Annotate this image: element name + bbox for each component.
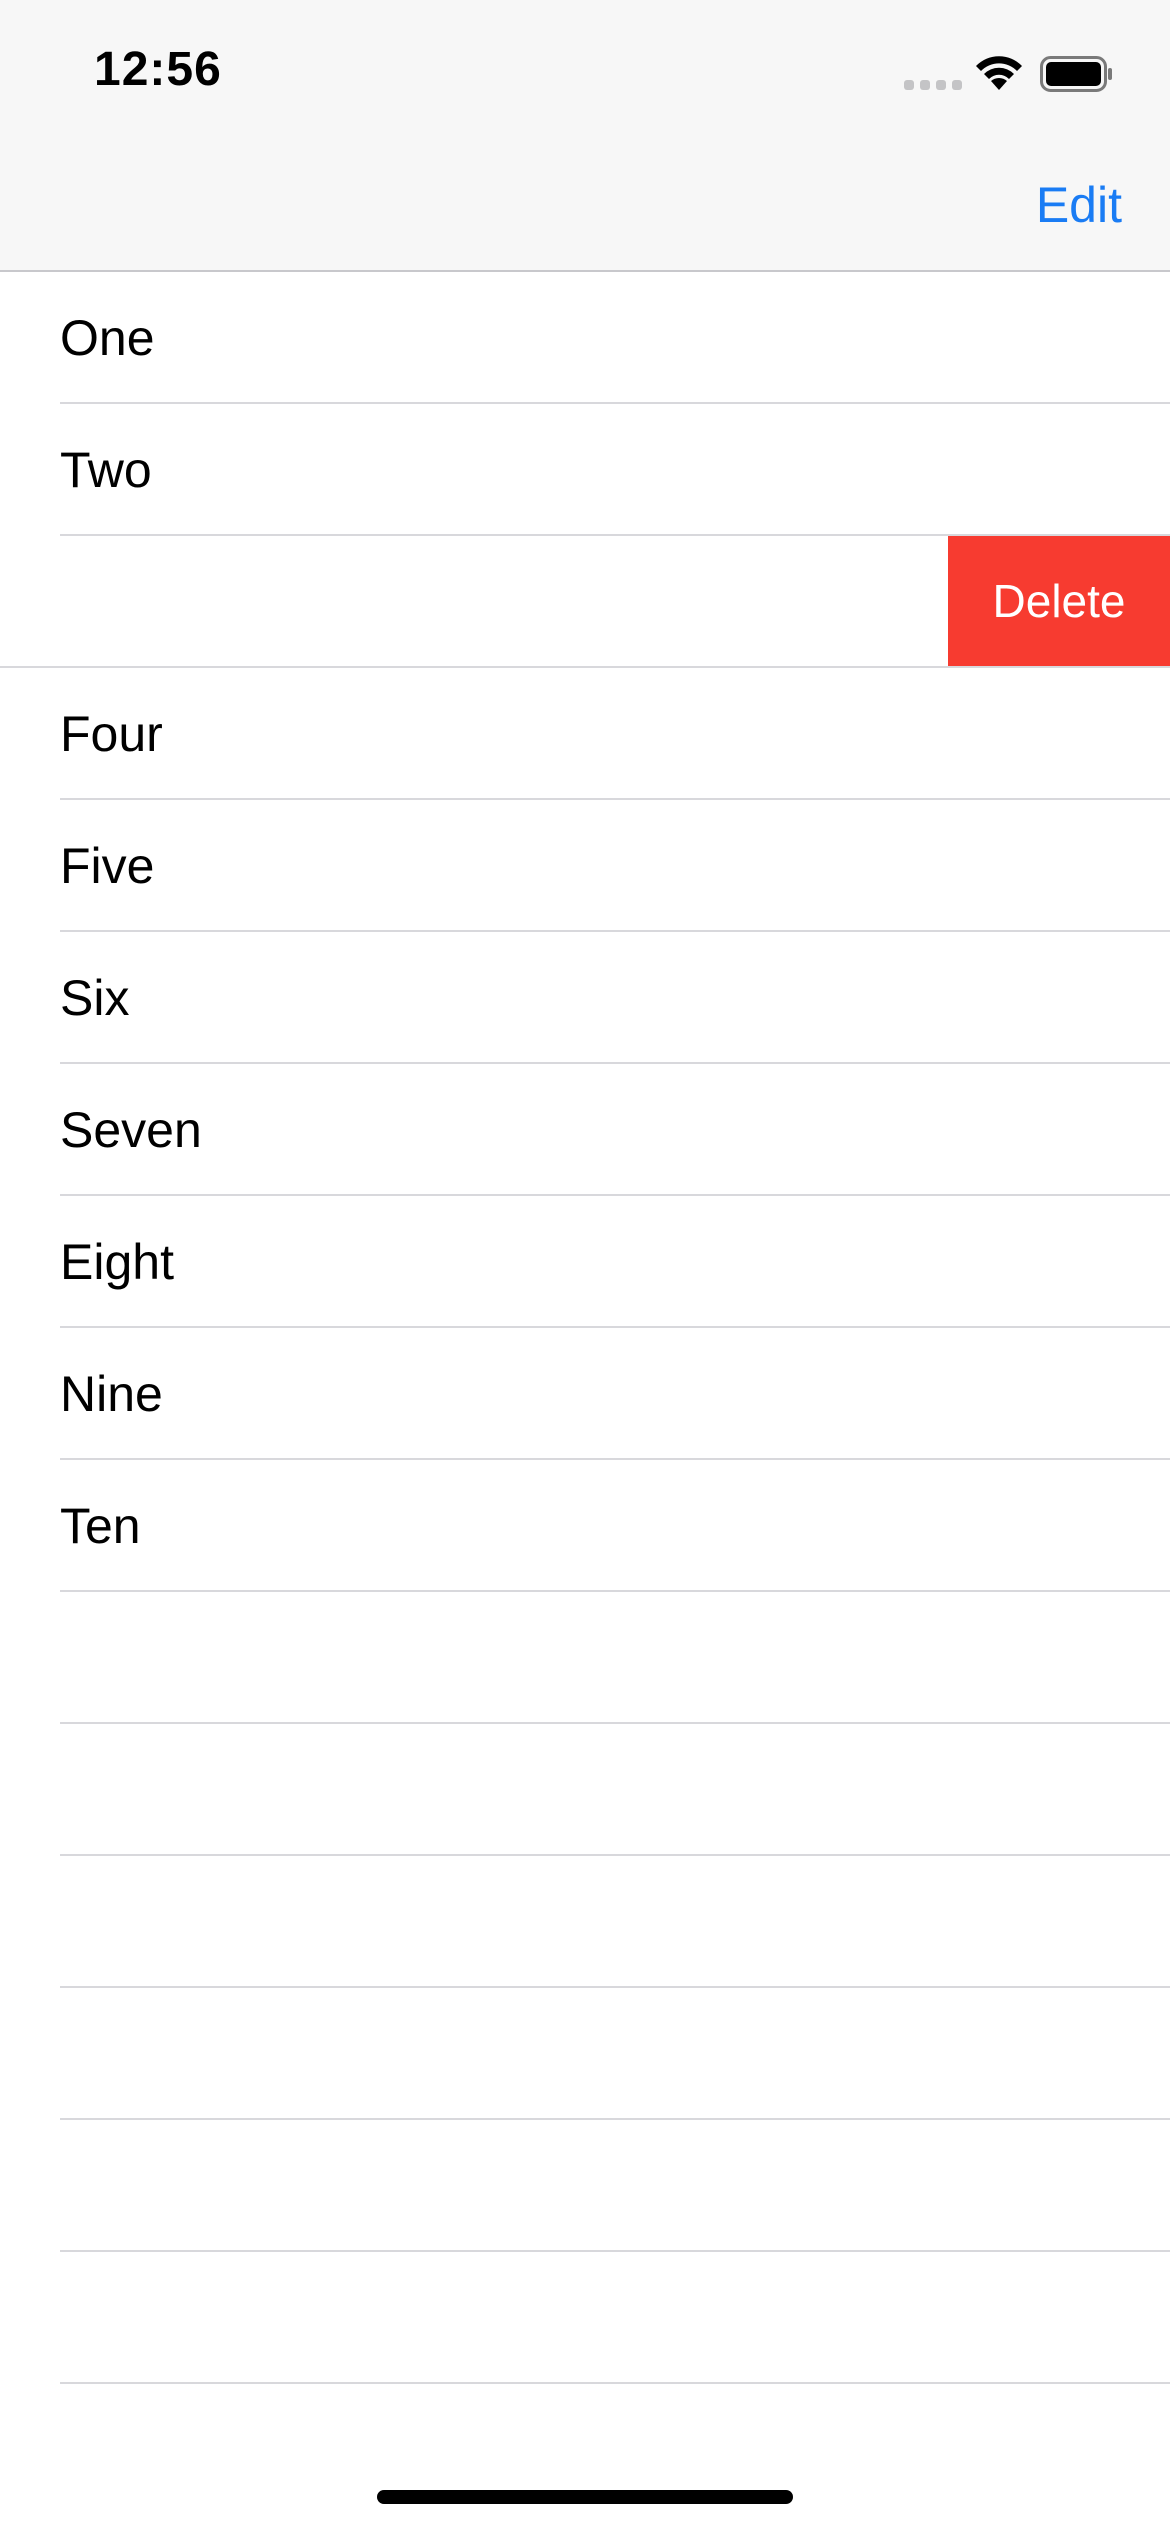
table-row[interactable]: Nine — [0, 1328, 1170, 1460]
screen: 12:56 Edit One Two Delete Four Five Six … — [0, 0, 1170, 2532]
delete-button[interactable]: Delete — [948, 536, 1170, 666]
row-separator — [60, 2382, 1170, 2384]
row-label: Ten — [60, 1498, 141, 1554]
row-label: Eight — [60, 1234, 174, 1290]
status-time: 12:56 — [94, 43, 222, 96]
row-label: Six — [60, 970, 130, 1026]
table-row[interactable]: One — [0, 272, 1170, 404]
empty-row — [0, 1856, 1170, 1988]
row-label: One — [60, 310, 155, 366]
table-row[interactable]: Seven — [0, 1064, 1170, 1196]
table-row[interactable]: Eight — [0, 1196, 1170, 1328]
row-label: Two — [60, 442, 152, 498]
row-label: Seven — [60, 1102, 202, 1158]
row-label: Nine — [60, 1366, 163, 1422]
empty-row — [0, 2252, 1170, 2384]
empty-row — [0, 2120, 1170, 2252]
cellular-signal-icon — [904, 80, 962, 90]
table-row[interactable]: Five — [0, 800, 1170, 932]
navigation-bar: 12:56 Edit — [0, 0, 1170, 272]
table-row[interactable]: Ten — [0, 1460, 1170, 1592]
table-list: One Two Delete Four Five Six Seven Eight… — [0, 272, 1170, 2384]
row-label: Four — [60, 706, 163, 762]
empty-row — [0, 1988, 1170, 2120]
edit-button[interactable]: Edit — [1036, 176, 1122, 234]
table-row[interactable]: Two — [0, 404, 1170, 536]
table-row[interactable]: Six — [0, 932, 1170, 1064]
row-label: Five — [60, 838, 155, 894]
home-indicator[interactable] — [377, 2490, 793, 2504]
table-row[interactable]: Four — [0, 668, 1170, 800]
wifi-icon — [976, 56, 1022, 90]
empty-row — [0, 1724, 1170, 1856]
empty-row — [0, 1592, 1170, 1724]
battery-icon — [1040, 56, 1112, 92]
table-row-swiped[interactable]: Delete — [0, 536, 1170, 668]
